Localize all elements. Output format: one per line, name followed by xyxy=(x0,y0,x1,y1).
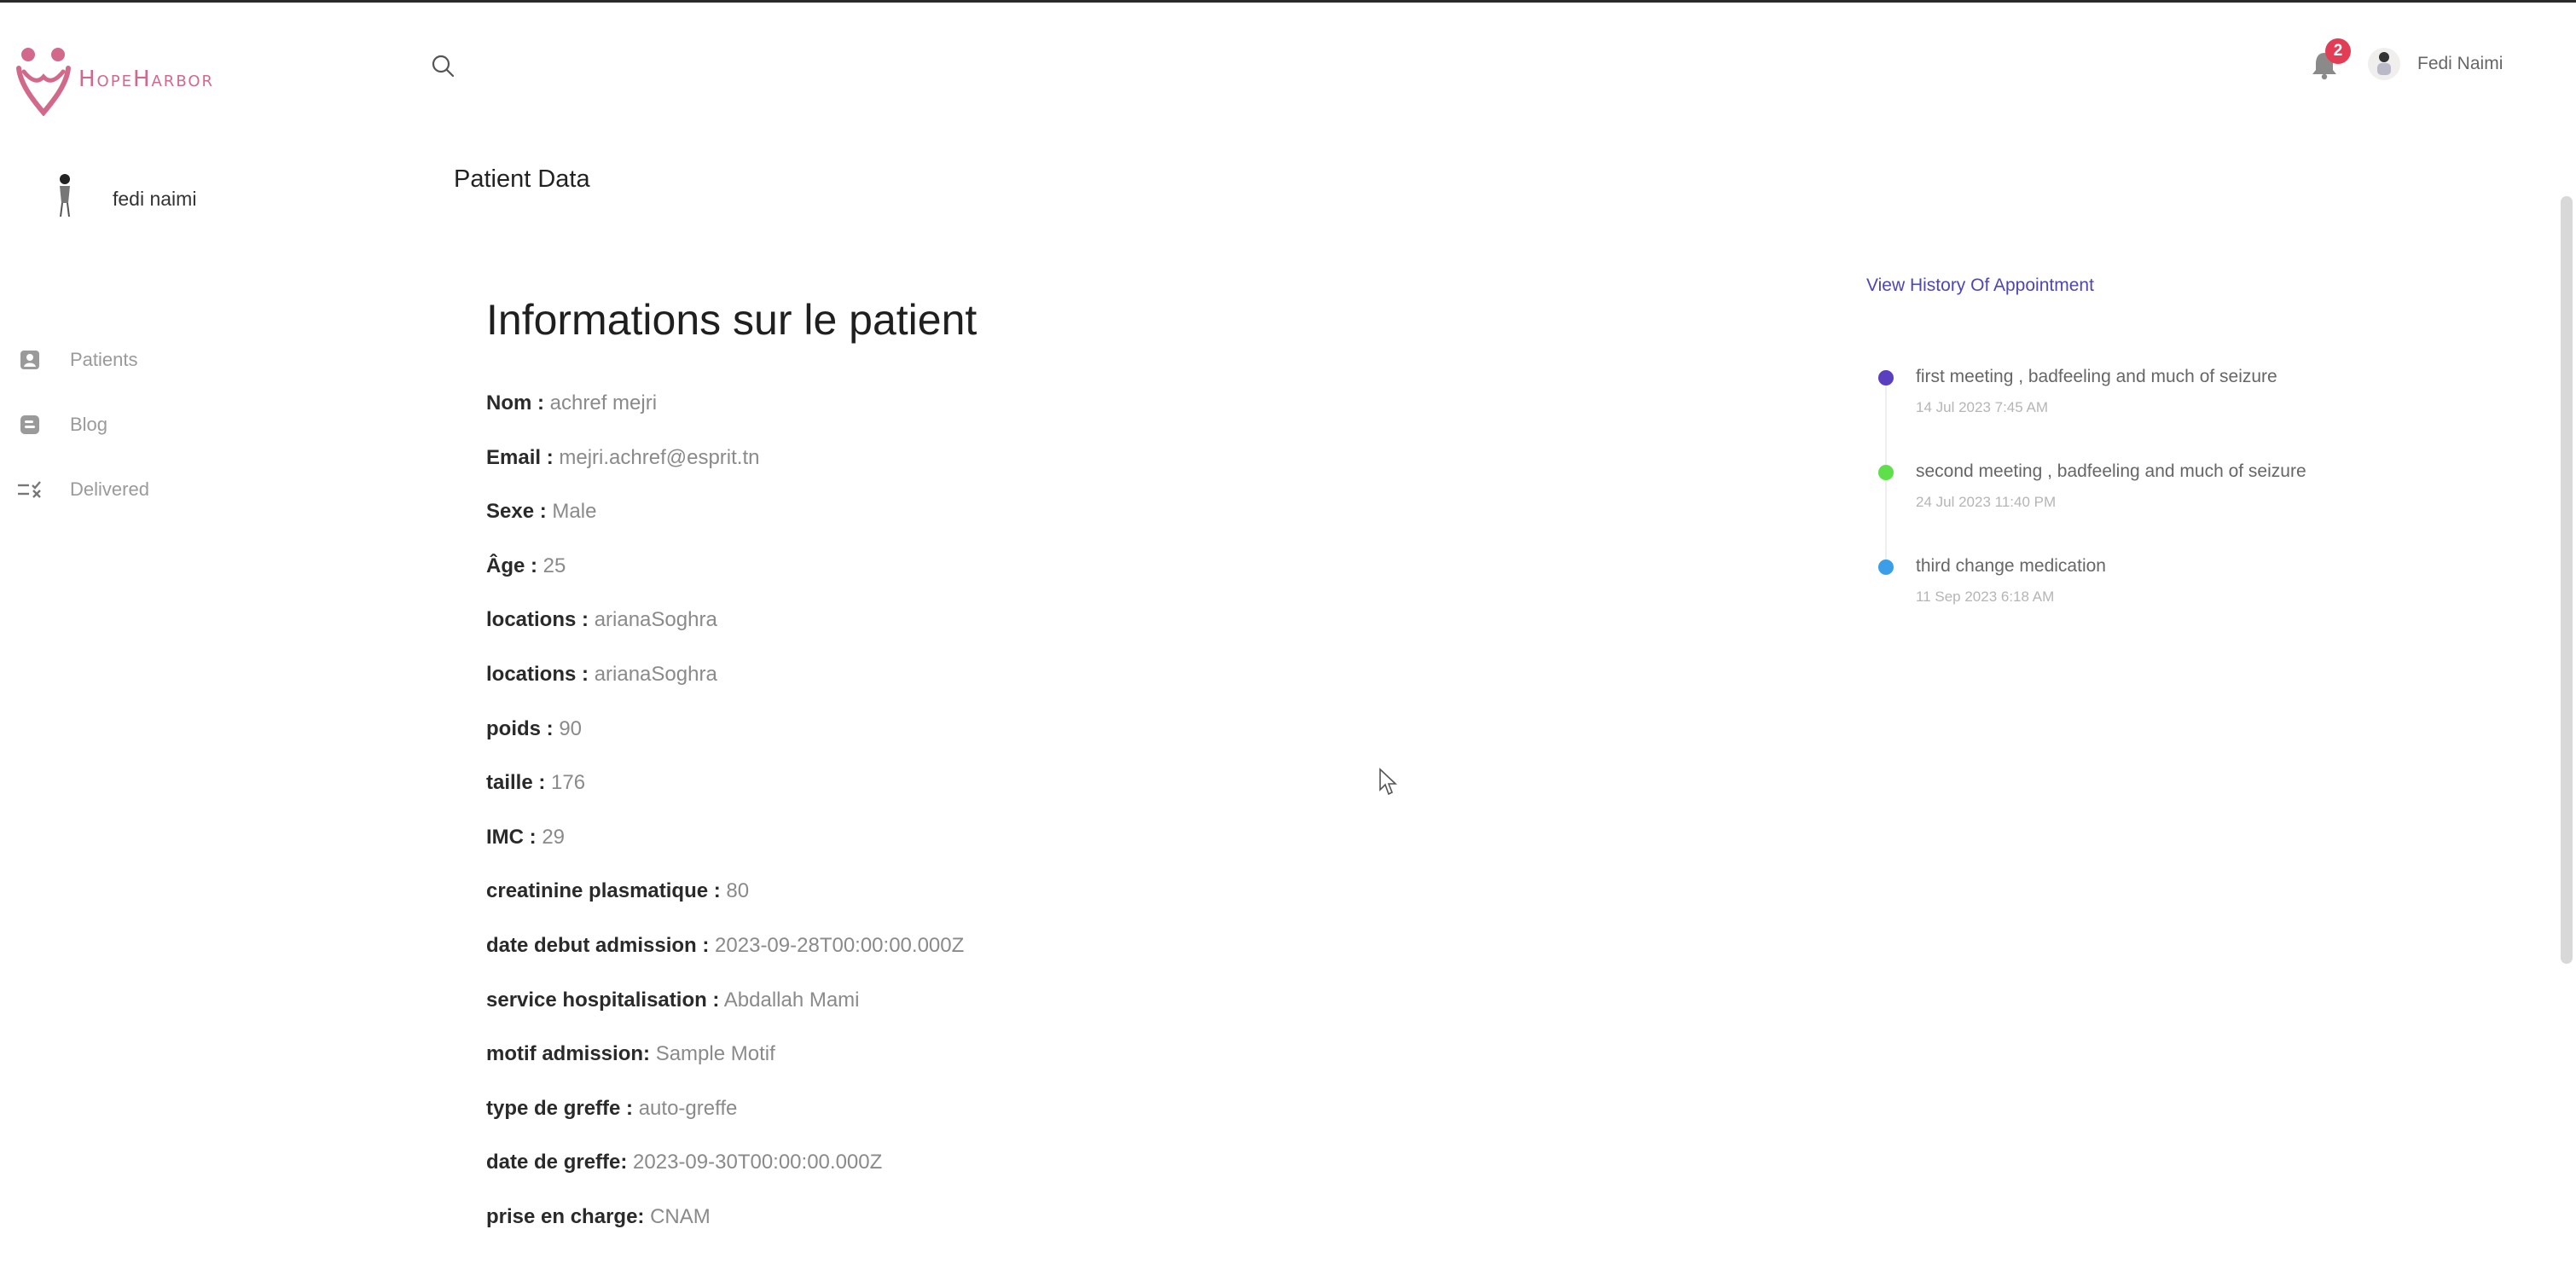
timeline-title: first meeting , badfeeling and much of s… xyxy=(1916,367,2277,386)
timeline-date: 14 Jul 2023 7:45 AM xyxy=(1916,399,2049,415)
field-nom: Nom : achref mejri xyxy=(486,376,964,431)
field-prise-en-charge: prise en charge: CNAM xyxy=(486,1190,964,1244)
field-label: taille : xyxy=(486,771,546,795)
field-locations: locations : arianaSoghra xyxy=(486,647,964,702)
field-motif-admission: motif admission: Sample Motif xyxy=(486,1027,964,1081)
timeline-dot xyxy=(1878,560,1894,575)
sidebar-item-label: Delivered xyxy=(70,478,149,500)
patient-fields: Nom : achref mejri Email : mejri.achref@… xyxy=(486,376,964,1244)
sidebar-nav: Patients Blog Delivered xyxy=(17,328,149,522)
field-value: auto-greffe xyxy=(638,1096,738,1120)
field-taille: taille : 176 xyxy=(486,756,964,810)
sidebar-profile-name: fedi naimi xyxy=(113,187,197,210)
field-value: 2023-09-30T00:00:00.000Z xyxy=(633,1151,883,1174)
field-imc: IMC : 29 xyxy=(486,810,964,865)
field-label: prise en charge: xyxy=(486,1204,645,1228)
timeline-date: 24 Jul 2023 11:40 PM xyxy=(1916,494,2057,510)
field-value: Sample Motif xyxy=(655,1042,775,1066)
user-menu[interactable]: Fedi Naimi xyxy=(2368,48,2503,80)
field-service-hospitalisation: service hospitalisation : Abdallah Mami xyxy=(486,973,964,1028)
heart-logo-icon xyxy=(16,48,71,116)
timeline-title: second meeting , badfeeling and much of … xyxy=(1916,461,2306,481)
field-label: Nom : xyxy=(486,391,544,415)
checklist-icon xyxy=(17,477,43,502)
field-value: 90 xyxy=(559,716,583,740)
sidebar-item-patients[interactable]: Patients xyxy=(17,328,149,392)
field-value: 25 xyxy=(542,554,566,577)
field-value: 80 xyxy=(726,879,750,903)
field-label: type de greffe : xyxy=(486,1096,634,1120)
timeline-date: 11 Sep 2023 6:18 AM xyxy=(1916,589,2055,605)
field-date-debut-admission: date debut admission : 2023-09-28T00:00:… xyxy=(486,919,964,973)
field-type-de-greffe: type de greffe : auto-greffe xyxy=(486,1081,964,1136)
page-title: Patient Data xyxy=(454,165,590,193)
notification-badge: 2 xyxy=(2325,38,2351,64)
sidebar-profile[interactable]: fedi naimi xyxy=(48,172,196,225)
field-sexe: Sexe : Male xyxy=(486,484,964,539)
timeline-dot xyxy=(1878,465,1894,480)
field-value: 176 xyxy=(551,771,586,795)
mouse-cursor-icon xyxy=(1379,768,1397,796)
section-title: Informations sur le patient xyxy=(486,296,978,344)
field-creatinine: creatinine plasmatique : 80 xyxy=(486,864,964,919)
field-label: Âge : xyxy=(486,554,537,577)
field-label: locations : xyxy=(486,662,589,686)
field-email: Email : mejri.achref@esprit.tn xyxy=(486,431,964,485)
field-label: IMC : xyxy=(486,825,537,849)
field-value: 29 xyxy=(542,825,566,849)
blog-icon xyxy=(17,412,43,438)
field-value: achref mejri xyxy=(549,391,658,415)
view-history-link[interactable]: View History Of Appointment xyxy=(1866,275,2094,296)
field-value: arianaSoghra xyxy=(594,608,717,632)
field-label: Email : xyxy=(486,445,554,469)
page-scrollbar[interactable] xyxy=(2561,196,2573,964)
field-label: poids : xyxy=(486,716,554,740)
sidebar-item-delivered[interactable]: Delivered xyxy=(17,457,149,522)
field-label: date debut admission : xyxy=(486,933,710,957)
field-date-de-greffe: date de greffe: 2023-09-30T00:00:00.000Z xyxy=(486,1135,964,1190)
sidebar-item-label: Patients xyxy=(70,349,138,370)
timeline-title: third change medication xyxy=(1916,556,2106,576)
field-label: locations : xyxy=(486,608,589,632)
field-label: creatinine plasmatique : xyxy=(486,879,721,903)
sidebar-item-label: Blog xyxy=(70,414,108,435)
field-label: motif admission: xyxy=(486,1042,651,1066)
field-value: 2023-09-28T00:00:00.000Z xyxy=(715,933,965,957)
field-value: arianaSoghra xyxy=(594,662,717,686)
window-top-border xyxy=(0,0,2576,3)
field-locations: locations : arianaSoghra xyxy=(486,593,964,647)
field-age: Âge : 25 xyxy=(486,539,964,594)
field-value: Male xyxy=(552,500,597,524)
search-icon[interactable] xyxy=(430,53,455,78)
user-name: Fedi Naimi xyxy=(2417,54,2503,73)
user-icon xyxy=(17,347,43,373)
person-avatar-icon xyxy=(60,174,70,217)
brand-name: HopeHarbor xyxy=(78,67,215,92)
timeline-dot xyxy=(1878,370,1894,386)
field-poids: poids : 90 xyxy=(486,702,964,757)
brand-logo[interactable]: HopeHarbor xyxy=(14,43,214,116)
field-label: date de greffe: xyxy=(486,1151,628,1174)
avatar xyxy=(2368,48,2400,80)
field-label: service hospitalisation : xyxy=(486,988,720,1012)
person-avatar-icon xyxy=(2377,52,2391,75)
field-value: CNAM xyxy=(650,1204,711,1228)
field-value: Abdallah Mami xyxy=(723,988,860,1012)
field-value: mejri.achref@esprit.tn xyxy=(559,445,760,469)
field-label: Sexe : xyxy=(486,500,547,524)
sidebar-item-blog[interactable]: Blog xyxy=(17,392,149,457)
